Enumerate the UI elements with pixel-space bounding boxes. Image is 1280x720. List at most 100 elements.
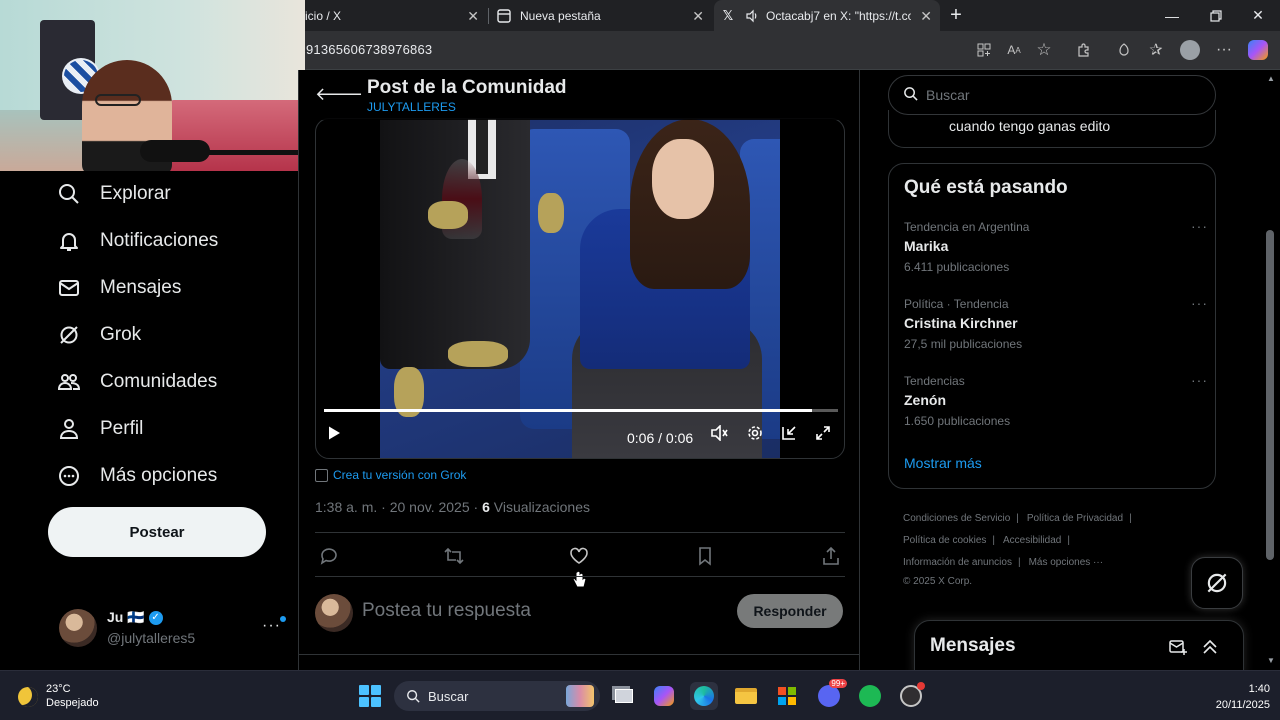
scroll-down-icon[interactable]: ▼ bbox=[1267, 656, 1275, 665]
grok-create-link[interactable]: Crea tu versión con Grok bbox=[315, 468, 466, 482]
mouse-cursor-icon bbox=[571, 567, 587, 594]
fullscreen-icon[interactable] bbox=[815, 425, 831, 441]
speaker-icon[interactable] bbox=[744, 8, 760, 24]
sidebar-item-comunidades[interactable]: Comunidades bbox=[56, 365, 217, 399]
new-tab-button[interactable]: + bbox=[944, 2, 968, 28]
tab-nueva-pestana[interactable]: Nueva pestaña ✕ bbox=[496, 0, 712, 31]
bookmark-icon[interactable] bbox=[693, 544, 717, 568]
like-heart-icon[interactable] bbox=[567, 544, 591, 568]
footer-ads-link[interactable]: Información de anuncios bbox=[903, 557, 1012, 568]
maximize-icon[interactable] bbox=[1194, 0, 1238, 31]
reply-button[interactable]: Responder bbox=[737, 594, 843, 628]
more-dots-icon[interactable]: ··· bbox=[1191, 218, 1208, 234]
show-more-link[interactable]: Mostrar más bbox=[904, 455, 982, 471]
grok-floating-button[interactable] bbox=[1191, 557, 1243, 609]
discord-icon[interactable]: 99+ bbox=[815, 679, 847, 710]
sidebar-item-explorar[interactable]: Explorar bbox=[56, 177, 171, 211]
edge-browser-icon[interactable] bbox=[690, 682, 718, 710]
repost-icon[interactable] bbox=[442, 544, 466, 568]
app-available-icon[interactable] bbox=[973, 39, 995, 61]
search-placeholder: Buscar bbox=[926, 87, 970, 103]
file-explorer-icon[interactable] bbox=[732, 682, 760, 710]
more-menu-icon[interactable]: ··· bbox=[1213, 39, 1235, 61]
minimize-player-icon[interactable] bbox=[781, 425, 797, 441]
avatar bbox=[315, 594, 353, 632]
new-message-icon[interactable] bbox=[1167, 636, 1189, 658]
footer-more-link[interactable]: Más opciones ··· bbox=[1029, 557, 1103, 568]
post-button[interactable]: Postear bbox=[48, 507, 266, 557]
close-window-icon[interactable]: ✕ bbox=[1236, 0, 1280, 31]
messages-dock-title: Mensajes bbox=[930, 635, 1016, 656]
community-link[interactable]: JULYTALLERES bbox=[367, 100, 456, 114]
windows-taskbar: 23°C Despejado Buscar 99+ 1:40 20/11/202… bbox=[0, 670, 1280, 720]
obs-icon[interactable] bbox=[897, 682, 925, 710]
account-switcher[interactable]: Ju 🇫🇮 ✓ @julytalleres5 ··· bbox=[59, 607, 289, 653]
task-view-icon[interactable] bbox=[610, 682, 638, 710]
weather-widget[interactable]: 23°C Despejado bbox=[18, 683, 99, 710]
sidebar-item-mensajes[interactable]: Mensajes bbox=[56, 271, 181, 305]
more-dots-icon[interactable]: ··· bbox=[1191, 372, 1208, 388]
video-progress-bar[interactable] bbox=[324, 409, 838, 412]
spotify-icon[interactable] bbox=[856, 682, 884, 710]
favorites-icon[interactable]: ✰ bbox=[1145, 39, 1167, 61]
sidebar-item-label: Comunidades bbox=[100, 371, 218, 392]
profile-avatar-icon[interactable] bbox=[1179, 39, 1201, 61]
verified-badge-icon: ✓ bbox=[148, 611, 163, 626]
sidebar-item-label: Perfil bbox=[100, 418, 144, 439]
trend-item[interactable]: Política · Tendencia Cristina Kirchner 2… bbox=[904, 295, 1207, 359]
sidebar-item-notificaciones[interactable]: Notificaciones bbox=[56, 224, 218, 258]
share-icon[interactable] bbox=[819, 544, 843, 568]
man-tie bbox=[476, 119, 488, 174]
volume-icon[interactable] bbox=[711, 425, 729, 441]
tab-close-icon[interactable]: ✕ bbox=[920, 8, 932, 25]
footer-privacy-link[interactable]: Política de Privacidad bbox=[1027, 513, 1123, 524]
sidebar-item-mas-opciones[interactable]: Más opciones bbox=[56, 459, 217, 493]
post-timestamp[interactable]: 1:38 a. m. · 20 nov. 2025 · bbox=[315, 499, 482, 515]
browser-essentials-icon[interactable] bbox=[1113, 39, 1135, 61]
bell-icon bbox=[56, 228, 82, 254]
footer-cookies-link[interactable]: Política de cookies bbox=[903, 535, 986, 546]
taskbar-search[interactable]: Buscar bbox=[394, 681, 600, 711]
video-player[interactable]: 0:06 / 0:06 bbox=[315, 118, 845, 459]
copilot-icon[interactable] bbox=[650, 682, 678, 710]
tab-octacabj7[interactable]: 𝕏 Octacabj7 en X: "https://t.co ✕ bbox=[714, 0, 940, 31]
reply-icon[interactable] bbox=[317, 544, 341, 568]
trend-item[interactable]: Tendencias Zenón 1.650 publicaciones ··· bbox=[904, 372, 1207, 436]
extensions-icon[interactable] bbox=[1073, 39, 1095, 61]
tab-close-icon[interactable]: ✕ bbox=[467, 8, 479, 25]
minimize-icon[interactable]: — bbox=[1150, 0, 1194, 31]
messages-dock[interactable]: Mensajes bbox=[914, 620, 1244, 675]
microsoft-store-icon[interactable] bbox=[773, 682, 801, 710]
account-handle: @julytalleres5 bbox=[107, 630, 196, 646]
system-clock[interactable]: 1:40 20/11/2025 bbox=[1216, 681, 1270, 713]
search-input[interactable]: Buscar bbox=[888, 75, 1216, 115]
play-icon[interactable] bbox=[326, 425, 342, 441]
chevron-up-double-icon[interactable] bbox=[1199, 636, 1221, 658]
trend-item[interactable]: Tendencia en Argentina Marika 6.411 publ… bbox=[904, 218, 1207, 282]
copilot-icon[interactable] bbox=[1247, 39, 1269, 61]
more-dots-icon[interactable]: ··· bbox=[1191, 295, 1208, 311]
favorite-star-icon[interactable]: ☆ bbox=[1033, 39, 1055, 61]
read-aloud-icon[interactable]: AA bbox=[1003, 39, 1025, 61]
scrollbar-thumb[interactable] bbox=[1266, 230, 1274, 560]
url-field[interactable]: 91365606738976863 bbox=[306, 42, 432, 57]
start-button[interactable] bbox=[359, 685, 381, 707]
reply-input[interactable]: Postea tu respuesta bbox=[362, 600, 531, 622]
tab-close-icon[interactable]: ✕ bbox=[692, 8, 704, 25]
cam-glasses bbox=[95, 94, 141, 106]
footer-terms-link[interactable]: Condiciones de Servicio bbox=[903, 513, 1010, 524]
settings-gear-icon[interactable] bbox=[747, 425, 763, 441]
more-dots-icon[interactable]: ··· bbox=[262, 617, 281, 635]
screen: icio / X ✕ Nueva pestaña ✕ 𝕏 Octacabj7 e… bbox=[0, 0, 1280, 720]
sidebar-item-grok[interactable]: Grok bbox=[56, 318, 141, 352]
new-tab-page-icon bbox=[496, 8, 512, 24]
person-icon bbox=[56, 416, 82, 442]
back-arrow-icon[interactable]: 🡐 bbox=[315, 84, 363, 105]
scroll-up-icon[interactable]: ▲ bbox=[1267, 74, 1275, 83]
footer-accessibility-link[interactable]: Accesibilidad bbox=[1003, 535, 1061, 546]
tab-inicio[interactable]: icio / X ✕ bbox=[305, 0, 487, 31]
scrollbar[interactable]: ▲ ▼ bbox=[1262, 70, 1280, 670]
sidebar-item-perfil[interactable]: Perfil bbox=[56, 412, 143, 446]
notification-dot bbox=[280, 616, 286, 622]
trend-name: Marika bbox=[904, 238, 949, 254]
